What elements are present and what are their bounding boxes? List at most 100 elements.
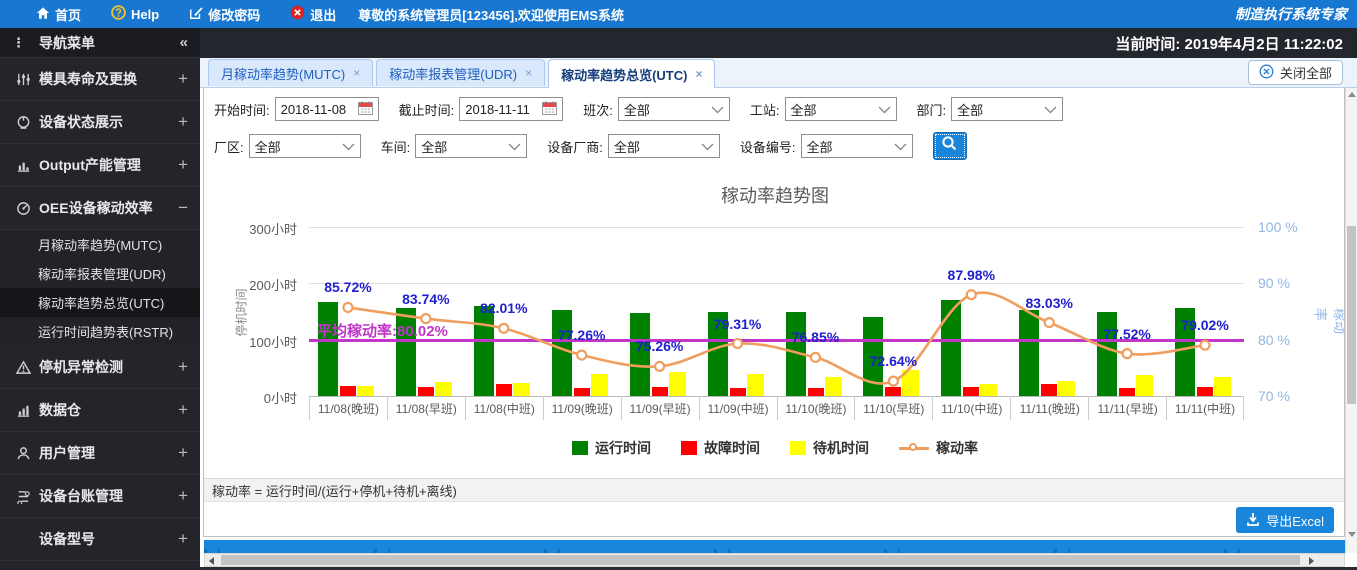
table-header-strip <box>204 540 1345 553</box>
search-button[interactable] <box>933 132 967 160</box>
dropdown-select[interactable]: 全部 <box>415 134 527 158</box>
legend-item-待机时间[interactable]: 待机时间 <box>790 438 869 458</box>
drag-handle-icon[interactable]: ⋮ <box>12 35 25 51</box>
expand-icon[interactable]: + <box>178 529 188 549</box>
date-input[interactable]: 2018-11-11 <box>459 97 563 121</box>
tab-close-icon[interactable]: × <box>695 67 702 81</box>
scroll-down-icon[interactable] <box>1348 532 1356 537</box>
dropdown-select[interactable]: 全部 <box>801 134 913 158</box>
sidebar-group-label: 数据仓 <box>39 400 81 420</box>
bar-待机时间 <box>669 372 686 396</box>
bar-待机时间 <box>513 383 530 396</box>
bar-故障时间 <box>885 387 901 396</box>
chevron-down-icon[interactable] <box>878 102 891 117</box>
expand-icon[interactable]: + <box>178 400 188 420</box>
bar-待机时间 <box>980 384 997 396</box>
topbar-item-退出[interactable]: 退出 <box>282 5 358 24</box>
topbar-item-Help[interactable]: Help <box>103 5 181 23</box>
expand-icon[interactable]: + <box>178 357 188 377</box>
chevron-down-icon[interactable] <box>711 102 724 117</box>
device-ledger-icon <box>14 489 32 504</box>
date-input[interactable]: 2018-11-08 <box>275 97 379 121</box>
topbar-item-修改密码[interactable]: 修改密码 <box>181 5 282 24</box>
sidebar-group-设备状态展示[interactable]: 设备状态展示+ <box>0 101 200 144</box>
content-panel: 开始时间:2018-11-08截止时间:2018-11-11班次:全部工站:全部… <box>203 88 1345 537</box>
legend-item-稼动率[interactable]: 稼动率 <box>899 438 978 458</box>
utilization-value-label: 77.26% <box>540 327 624 343</box>
x-axis-label: 11/10(早班) <box>854 396 932 420</box>
sidebar-group-停机异常检测[interactable]: 停机异常检测+ <box>0 346 200 389</box>
x-axis-label: 11/10(中班) <box>932 396 1010 420</box>
topbar-item-label: Help <box>131 7 159 22</box>
chevron-down-icon[interactable] <box>701 139 714 154</box>
download-icon <box>1246 512 1260 529</box>
sidebar-group-设备台账管理[interactable]: 设备台账管理+ <box>0 475 200 518</box>
tab-稼动率报表管理(UDR)[interactable]: 稼动率报表管理(UDR)× <box>376 59 545 86</box>
horizontal-scrollbar[interactable] <box>204 553 1345 567</box>
line-marker <box>499 324 508 333</box>
tab-月稼动率趋势(MUTC)[interactable]: 月稼动率趋势(MUTC)× <box>208 59 373 86</box>
sidebar: ⋮ 导航菜单 « 模具寿命及更换+设备状态展示+Output产能管理+OEE设备… <box>0 28 200 570</box>
legend-item-运行时间[interactable]: 运行时间 <box>572 438 651 458</box>
tab-稼动率趋势总览(UTC)[interactable]: 稼动率趋势总览(UTC)× <box>548 59 715 88</box>
expand-icon[interactable]: + <box>178 486 188 506</box>
sidebar-group-设备型号[interactable]: 设备型号+ <box>0 518 200 561</box>
export-excel-button[interactable]: 导出Excel <box>1236 507 1334 533</box>
chart-title: 稼动率趋势图 <box>204 182 1345 208</box>
vertical-scrollbar-thumb[interactable] <box>1347 226 1356 404</box>
field-value: 2018-11-08 <box>281 102 347 117</box>
sidebar-item-稼动率趋势总览(UTC)[interactable]: 稼动率趋势总览(UTC) <box>0 288 200 317</box>
horizontal-scrollbar-thumb[interactable] <box>221 555 1300 565</box>
sidebar-group-模具寿命及更换[interactable]: 模具寿命及更换+ <box>0 58 200 101</box>
close-all-tabs-button[interactable]: 关闭全部 <box>1248 60 1343 85</box>
bar-待机时间 <box>1136 375 1153 396</box>
main-content: 月稼动率趋势(MUTC)×稼动率报表管理(UDR)×稼动率趋势总览(UTC)× … <box>200 58 1357 570</box>
bar-故障时间 <box>418 387 434 396</box>
sidebar-item-稼动率报表管理(UDR)[interactable]: 稼动率报表管理(UDR) <box>0 259 200 288</box>
expand-icon[interactable]: + <box>178 69 188 89</box>
expand-icon[interactable]: + <box>178 112 188 132</box>
expand-icon[interactable]: + <box>178 443 188 463</box>
scroll-up-icon[interactable] <box>1348 92 1356 97</box>
sidebar-group-数据仓[interactable]: 数据仓 + <box>0 389 200 432</box>
chevron-down-icon[interactable] <box>508 139 521 154</box>
bar-待机时间 <box>357 386 374 396</box>
sidebar-item-运行时间趋势表(RSTR)[interactable]: 运行时间趋势表(RSTR) <box>0 317 200 346</box>
filter-开始时间: 开始时间:2018-11-08 <box>214 97 379 121</box>
sidebar-group-OEE设备稼动效率[interactable]: OEE设备稼动效率− <box>0 187 200 230</box>
dropdown-select[interactable]: 全部 <box>249 134 361 158</box>
utilization-value-label: 72.64% <box>851 353 935 369</box>
x-axis-label: 11/09(中班) <box>699 396 777 420</box>
chevron-down-icon[interactable] <box>342 139 355 154</box>
sidebar-group-Output产能管理[interactable]: Output产能管理+ <box>0 144 200 187</box>
chevron-down-icon[interactable] <box>1044 102 1057 117</box>
x-axis-label: 11/11(早班) <box>1088 396 1166 420</box>
dropdown-select[interactable]: 全部 <box>785 97 897 121</box>
chevron-down-icon[interactable] <box>894 139 907 154</box>
bar-故障时间 <box>574 388 590 396</box>
sidebar-group-用户管理[interactable]: 用户管理+ <box>0 432 200 475</box>
utilization-value-label: 79.02% <box>1163 317 1247 333</box>
sidebar-item-月稼动率趋势(MUTC)[interactable]: 月稼动率趋势(MUTC) <box>0 230 200 259</box>
legend-item-故障时间[interactable]: 故障时间 <box>681 438 760 458</box>
sidebar-header: ⋮ 导航菜单 « <box>0 28 200 58</box>
vertical-scrollbar[interactable] <box>1345 88 1357 553</box>
collapse-icon[interactable]: − <box>178 198 188 218</box>
utilization-value-label: 79.31% <box>696 316 780 332</box>
topbar-item-首页[interactable]: 首页 <box>28 5 103 24</box>
downtime-alert-icon <box>14 360 32 375</box>
legend-line-marker <box>899 443 929 453</box>
dropdown-select[interactable]: 全部 <box>618 97 730 121</box>
scroll-left-icon[interactable] <box>209 557 214 565</box>
calendar-icon[interactable] <box>358 101 373 118</box>
tab-close-icon[interactable]: × <box>525 66 532 80</box>
dropdown-select[interactable]: 全部 <box>608 134 720 158</box>
dropdown-select[interactable]: 全部 <box>951 97 1063 121</box>
scroll-right-icon[interactable] <box>1309 557 1314 565</box>
expand-icon[interactable]: + <box>178 155 188 175</box>
collapse-sidebar-icon[interactable]: « <box>180 34 188 51</box>
legend-swatch <box>572 441 588 455</box>
tab-close-icon[interactable]: × <box>353 66 360 80</box>
sidebar-group-后台配置[interactable]: 后台配置+ <box>0 561 200 570</box>
calendar-icon[interactable] <box>542 101 557 118</box>
